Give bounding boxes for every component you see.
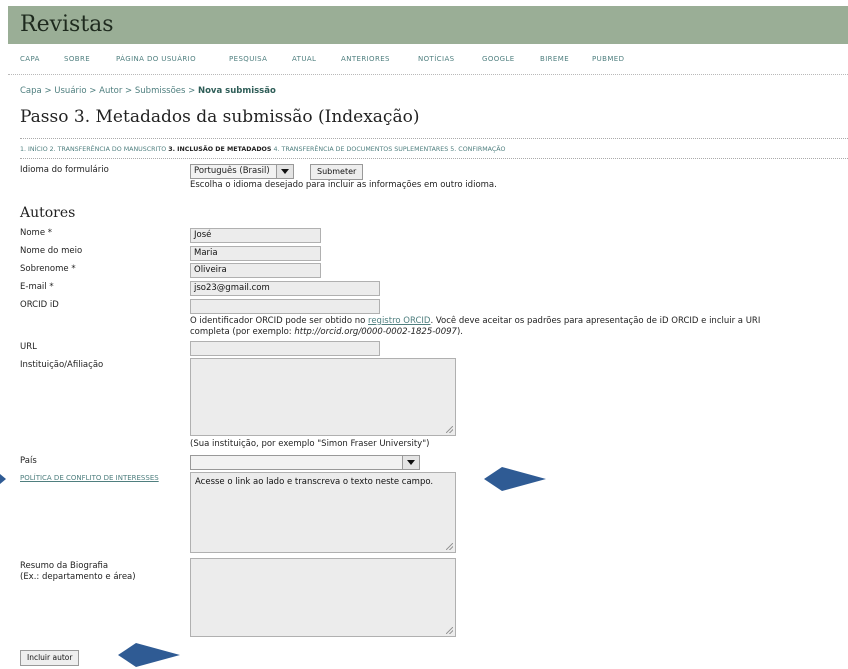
first-name-field[interactable]: José — [190, 228, 321, 243]
email-field[interactable]: jso23@gmail.com — [190, 281, 380, 296]
step-2[interactable]: 2. TRANSFERÊNCIA DO MANUSCRITO — [50, 146, 167, 153]
breadcrumb-submissoes[interactable]: Submissões — [135, 86, 186, 96]
conflict-of-interest-value: Acesse o link ao lado e transcreva o tex… — [195, 477, 434, 487]
first-name-label: Nome * — [20, 228, 53, 238]
nav-item-pesquisa[interactable]: PESQUISA — [229, 55, 267, 63]
orcid-help-text: ). — [456, 327, 463, 337]
form-language-selected: Português (Brasil) — [194, 166, 270, 176]
arrow-left-icon — [484, 467, 546, 491]
breadcrumb-separator: > — [185, 86, 198, 96]
step-3-current: 3. INCLUSÃO DE METADADOS — [168, 146, 272, 153]
nav-item-atual[interactable]: ATUAL — [292, 55, 316, 63]
resize-handle-icon[interactable] — [446, 543, 453, 550]
affiliation-help: (Sua instituição, por exemplo "Simon Fra… — [190, 439, 430, 449]
breadcrumb-separator: > — [122, 86, 135, 96]
breadcrumb-usuario[interactable]: Usuário — [54, 86, 86, 96]
orcid-field[interactable] — [190, 299, 380, 314]
breadcrumb-separator: > — [41, 86, 55, 96]
orcid-help-text: . Você deve aceitar os padrões para apre… — [430, 316, 761, 326]
last-name-label: Sobrenome * — [20, 264, 76, 274]
chevron-down-icon — [276, 165, 293, 178]
step-4[interactable]: 4. TRANSFERÊNCIA DE DOCUMENTOS SUPLEMENT… — [273, 146, 448, 153]
orcid-registry-link[interactable]: registro ORCID — [368, 316, 430, 326]
bio-textarea[interactable] — [190, 558, 456, 637]
breadcrumb-capa[interactable]: Capa — [20, 86, 42, 96]
conflict-of-interest-link[interactable]: POLÍTICA DE CONFLITO DE INTERESSES — [20, 474, 159, 482]
orcid-help-text: completa (por exemplo: — [190, 327, 295, 337]
form-language-select[interactable]: Português (Brasil) — [190, 164, 294, 179]
orcid-help: O identificador ORCID pode ser obtido no… — [190, 316, 848, 338]
arrow-edge-icon — [0, 474, 6, 484]
site-header: Revistas — [8, 6, 848, 44]
bio-label: Resumo da Biografia (Ex.: departamento e… — [20, 561, 136, 583]
orcid-help-text: O identificador ORCID pode ser obtido no — [190, 316, 369, 326]
orcid-label: ORCID iD — [20, 300, 59, 310]
submit-language-button[interactable]: Submeter — [310, 164, 364, 180]
add-author-button[interactable]: Incluir autor — [20, 650, 80, 666]
nav-item-usuario[interactable]: PÁGINA DO USUÁRIO — [116, 55, 196, 63]
middle-name-field[interactable]: Maria — [190, 246, 321, 261]
arrow-left-icon — [118, 643, 180, 667]
nav-item-sobre[interactable]: SOBRE — [64, 55, 90, 63]
nav-item-capa[interactable]: CAPA — [20, 55, 40, 63]
main-nav: CAPA SOBRE PÁGINA DO USUÁRIO PESQUISA AT… — [8, 44, 848, 75]
site-title: Revistas — [20, 12, 114, 37]
nav-item-pubmed[interactable]: PUBMED — [592, 55, 624, 63]
chevron-down-icon — [402, 456, 419, 469]
breadcrumb-current: Nova submissão — [197, 86, 276, 96]
nav-item-bireme[interactable]: BIREME — [540, 55, 569, 63]
nav-item-google[interactable]: GOOGLE — [482, 55, 515, 63]
page-title: Passo 3. Metadados da submissão (Indexaç… — [20, 107, 420, 127]
resize-handle-icon[interactable] — [446, 426, 453, 433]
last-name-field[interactable]: Oliveira — [190, 263, 321, 278]
form-language-label: Idioma do formulário — [20, 165, 109, 175]
conflict-of-interest-textarea[interactable]: Acesse o link ao lado e transcreva o tex… — [190, 472, 456, 553]
nav-item-noticias[interactable]: NOTÍCIAS — [418, 55, 454, 63]
annotation-arrow-icon — [118, 643, 180, 667]
divider — [20, 138, 848, 139]
bio-label-line: Resumo da Biografia — [20, 561, 109, 571]
affiliation-textarea[interactable] — [190, 358, 456, 436]
url-label: URL — [20, 342, 37, 352]
authors-heading: Autores — [20, 205, 76, 221]
email-label: E-mail * — [20, 282, 54, 292]
breadcrumb-autor[interactable]: Autor — [99, 86, 122, 96]
annotation-arrow-icon — [484, 467, 546, 491]
breadcrumb-separator: > — [86, 86, 100, 96]
country-label: País — [20, 456, 37, 466]
divider — [20, 158, 848, 159]
step-5[interactable]: 5. CONFIRMAÇÃO — [450, 146, 505, 153]
affiliation-label: Instituição/Afiliação — [20, 360, 104, 370]
form-language-help: Escolha o idioma desejado para incluir a… — [190, 180, 497, 190]
country-select[interactable] — [190, 455, 420, 470]
nav-item-anteriores[interactable]: ANTERIORES — [341, 55, 390, 63]
orcid-example: http://orcid.org/0000-0002-1825-0097 — [294, 327, 457, 337]
resize-handle-icon[interactable] — [446, 627, 453, 634]
annotation-arrow-edge-icon — [0, 474, 6, 484]
middle-name-label: Nome do meio — [20, 246, 83, 256]
bio-label-hint: (Ex.: departamento e área) — [20, 572, 136, 582]
url-field[interactable] — [190, 341, 380, 356]
step-1[interactable]: 1. INÍCIO — [20, 146, 48, 153]
submission-steps: 1. INÍCIO 2. TRANSFERÊNCIA DO MANUSCRITO… — [20, 146, 505, 153]
breadcrumb: Capa > Usuário > Autor > Submissões > No… — [20, 86, 276, 96]
